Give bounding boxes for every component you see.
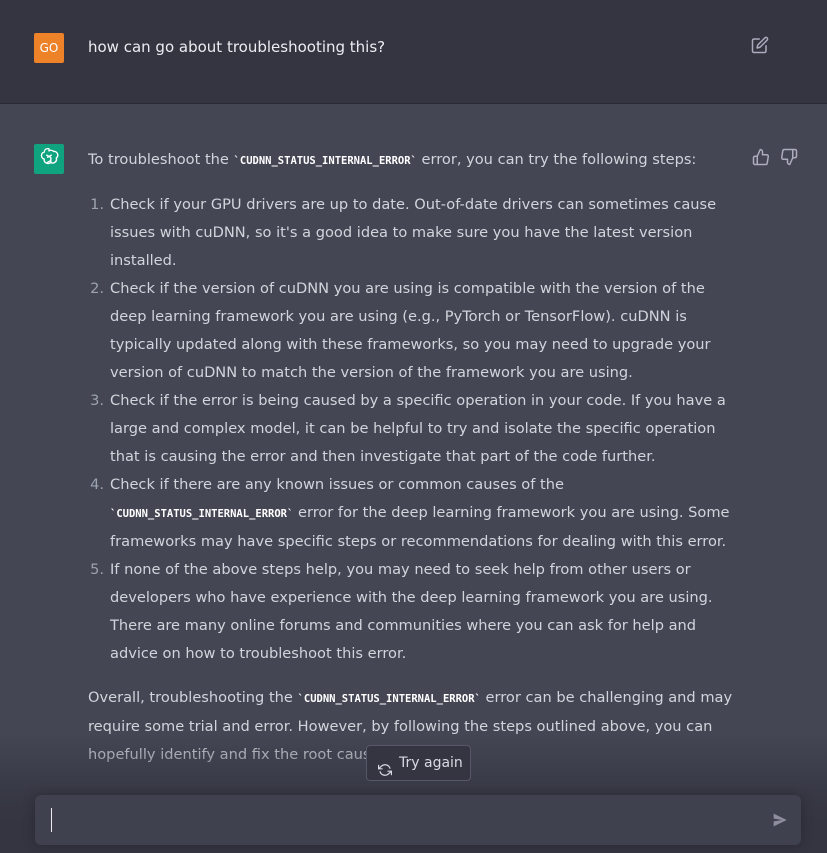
list-item: 3. Check if the error is being caused by … <box>90 392 726 465</box>
refresh-icon <box>378 756 392 776</box>
list-item: 4. Check if there are any known issues or… <box>90 476 730 550</box>
message-composer <box>35 795 801 845</box>
user-message-text: how can go about troubleshooting this? <box>88 38 386 56</box>
list-item: 2. Check if the version of cuDNN you are … <box>90 280 711 381</box>
inline-code: `CUDNN_STATUS_INTERNAL_ERROR` <box>297 693 481 705</box>
send-icon[interactable] <box>772 812 788 828</box>
message-input[interactable] <box>47 807 747 833</box>
try-again-button[interactable]: Try again <box>366 745 471 781</box>
openai-logo-icon <box>34 144 64 174</box>
inline-code: `CUDNN_STATUS_INTERNAL_ERROR` <box>110 508 294 520</box>
user-avatar: GO <box>34 33 64 63</box>
thumbs-down-icon[interactable] <box>780 148 798 166</box>
intro-paragraph: To troubleshoot the `CUDNN_STATUS_INTERN… <box>88 151 697 168</box>
inline-code: `CUDNN_STATUS_INTERNAL_ERROR` <box>233 155 417 167</box>
steps-list: 1. Check if your GPU drivers are up to da… <box>88 191 738 668</box>
edit-icon[interactable] <box>751 36 769 54</box>
try-again-label: Try again <box>399 755 463 771</box>
thumbs-up-icon[interactable] <box>752 148 770 166</box>
assistant-message-row: To troubleshoot the `CUDNN_STATUS_INTERN… <box>0 104 827 853</box>
assistant-message-content: To troubleshoot the `CUDNN_STATUS_INTERN… <box>88 146 738 785</box>
user-message-row: GO how can go about troubleshooting this… <box>0 0 827 104</box>
list-item: 5. If none of the above steps help, you m… <box>90 561 713 662</box>
feedback-buttons <box>752 148 798 166</box>
list-item: 1. Check if your GPU drivers are up to da… <box>90 196 717 269</box>
